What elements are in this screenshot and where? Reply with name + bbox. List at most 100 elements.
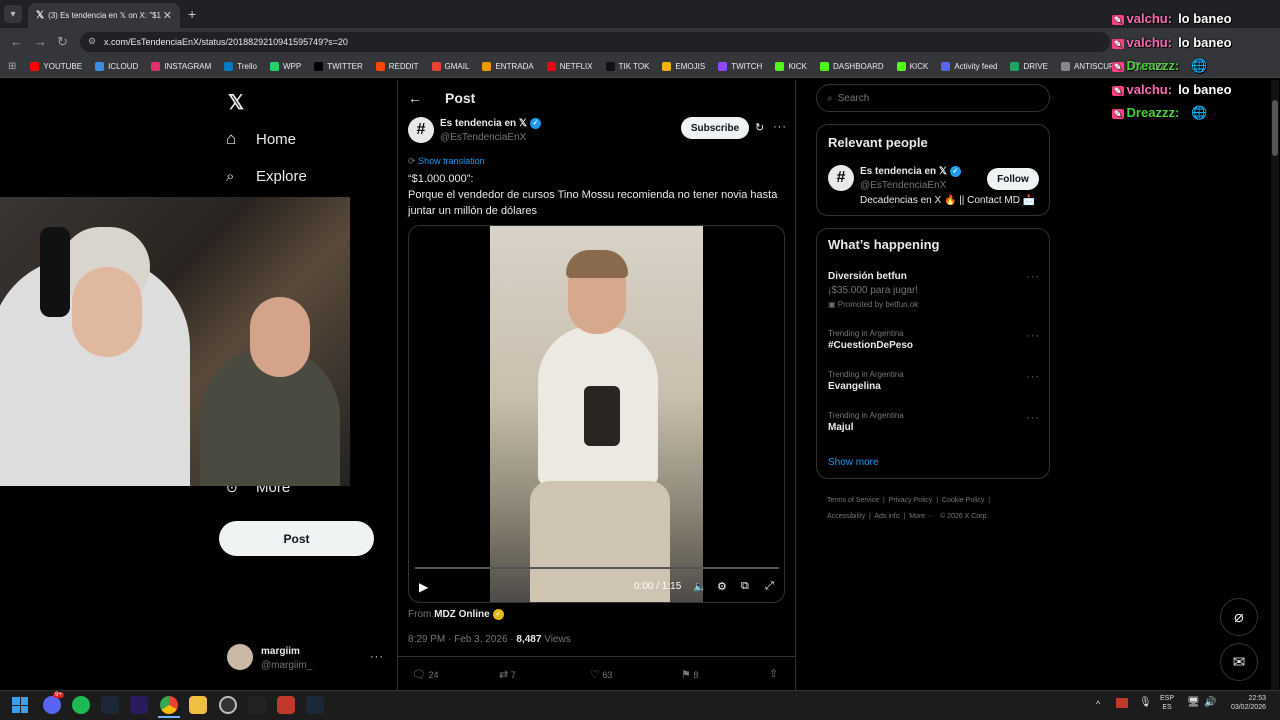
promo-title[interactable]: Diversión betfun <box>828 271 907 282</box>
forward-icon[interactable]: → <box>34 34 47 49</box>
bookmark-item[interactable]: WPP <box>269 62 301 71</box>
trend-menu-icon[interactable]: ··· <box>1026 371 1040 383</box>
bookmark-item[interactable]: GMAIL <box>431 62 470 71</box>
fullscreen-icon[interactable]: ⤢ <box>765 580 774 593</box>
browser-tab[interactable]: 𝕏 (3) Es tendencia en 𝕏 on X: "$1 ✕ <box>28 3 180 28</box>
bookmark-item[interactable]: NETFLIX <box>546 62 593 71</box>
bookmark-item[interactable]: DRIVE <box>1010 62 1048 71</box>
show-translation-link[interactable]: ⟳ Show translation <box>408 156 485 167</box>
volume-icon[interactable]: 🔈 <box>693 580 707 593</box>
back-arrow-icon[interactable]: ← <box>408 90 422 106</box>
mic-icon[interactable]: 🎙 <box>1139 697 1152 708</box>
bookmark-item[interactable]: Trello <box>224 62 257 71</box>
post-menu-icon[interactable]: ··· <box>773 121 787 133</box>
repost-action[interactable]: ⇄ 7 <box>499 668 516 681</box>
tab-search-icon[interactable]: ▾ <box>4 5 22 23</box>
share-icon[interactable]: ⇪ <box>769 667 778 680</box>
apps-icon[interactable]: ⊞ <box>8 61 16 72</box>
bookmark-item[interactable]: Activity feed <box>941 62 997 71</box>
bookmark-item[interactable]: DASHBOARD <box>819 62 884 71</box>
account-menu-icon[interactable]: ··· <box>370 651 384 663</box>
rp-avatar[interactable]: # <box>828 165 854 191</box>
bookmark-label: Trello <box>237 62 257 71</box>
account-avatar[interactable] <box>227 644 253 670</box>
windows-start-icon[interactable] <box>12 697 28 713</box>
app-icon[interactable] <box>277 696 295 714</box>
footer-link[interactable]: Cookie Policy <box>942 497 984 504</box>
steam-icon[interactable] <box>306 696 324 714</box>
x-logo-icon[interactable]: 𝕏 <box>228 90 244 115</box>
bookmark-item[interactable]: TWITTER <box>314 62 363 71</box>
bookmark-item[interactable]: KICK <box>896 62 928 71</box>
follow-button[interactable]: Follow <box>987 168 1039 190</box>
discord-icon[interactable] <box>43 696 61 714</box>
obs-icon[interactable] <box>219 696 237 714</box>
trend-item[interactable]: Trending in Argentina #CuestionDePeso <box>828 329 913 351</box>
back-icon[interactable]: ← <box>10 34 23 49</box>
bookmark-item[interactable]: EMOJIS <box>662 62 705 71</box>
footer-link[interactable]: Privacy Policy <box>889 497 933 504</box>
pip-icon[interactable]: ⧉ <box>741 580 749 593</box>
bookmark-item[interactable]: ENTRADA <box>482 62 534 71</box>
bookmark-label: GMAIL <box>444 62 470 71</box>
spotify-icon[interactable] <box>72 696 90 714</box>
video-progress-track[interactable] <box>415 567 779 569</box>
author-name-row[interactable]: Es tendencia en 𝕏 ✓ <box>440 118 541 129</box>
promo-menu-icon[interactable]: ··· <box>1026 271 1040 283</box>
bookmark-item[interactable]: YOUTUBE <box>30 62 82 71</box>
reload-icon[interactable]: ↻ <box>57 34 68 50</box>
rp-name-row[interactable]: Es tendencia en 𝕏 ✓ <box>860 166 961 177</box>
trend-item[interactable]: Trending in Argentina Majul <box>828 411 904 433</box>
address-bar[interactable]: ⚙ x.com/EsTendenciaEnX/status/2018829210… <box>80 32 1110 52</box>
network-icon[interactable]: 🖥 <box>1187 697 1200 708</box>
tray-chevron-icon[interactable]: ^ <box>1096 699 1100 709</box>
bookmark-item[interactable]: TIK TOK <box>605 62 649 71</box>
grok-float-icon[interactable]: ⌀ <box>1220 598 1258 636</box>
premiere-icon[interactable] <box>130 696 148 714</box>
clock[interactable]: 22:53 03/02/2026 <box>1224 694 1266 712</box>
new-tab-icon[interactable]: + <box>188 6 196 22</box>
nav-explore[interactable]: ⌕ Explore <box>226 168 307 185</box>
bookmark-item[interactable]: KICK <box>775 62 807 71</box>
trend-menu-icon[interactable]: ··· <box>1026 330 1040 342</box>
like-action[interactable]: ♡ 63 <box>590 668 612 681</box>
app-icon[interactable] <box>248 696 266 714</box>
footer-link[interactable]: Accessibility <box>827 513 865 520</box>
post-button[interactable]: Post <box>219 521 374 556</box>
footer-link[interactable]: Terms of Service <box>827 497 879 504</box>
nav-home[interactable]: ⌂ Home <box>226 129 296 149</box>
chrome-icon[interactable] <box>160 696 178 714</box>
bookmark-item[interactable]: ICLOUD <box>95 62 138 71</box>
grok-icon[interactable]: ↻ <box>755 121 764 134</box>
show-more-link[interactable]: Show more <box>828 457 879 468</box>
scrollbar-thumb[interactable] <box>1272 100 1278 156</box>
site-info-icon[interactable]: ⚙ <box>88 36 96 47</box>
messages-icon[interactable]: ✉ <box>1220 643 1258 681</box>
language-indicator[interactable]: ESP ES <box>1160 694 1174 712</box>
from-source[interactable]: MDZ Online <box>434 609 490 620</box>
play-icon[interactable]: ▶ <box>419 580 428 594</box>
file-explorer-icon[interactable] <box>189 696 207 714</box>
trend-menu-icon[interactable]: ··· <box>1026 412 1040 424</box>
scrollbar[interactable] <box>1271 80 1279 690</box>
settings-icon[interactable]: ⚙ <box>717 580 727 593</box>
bookmark-item[interactable]: TWITCH <box>718 62 762 71</box>
volume-icon[interactable]: 🔊 <box>1204 697 1216 708</box>
author-avatar[interactable]: # <box>408 117 434 143</box>
bookmark-item[interactable]: ANTISCUFF <box>1060 62 1119 71</box>
footer-link[interactable]: Ads info <box>874 513 899 520</box>
steam-icon[interactable] <box>101 696 119 714</box>
bookmark-action[interactable]: ⚑ 8 <box>681 668 698 681</box>
trend-item[interactable]: Trending in Argentina Evangelina <box>828 370 904 392</box>
video-player[interactable]: ▶ 0:00 / 1:15 🔈 ⚙ ⧉ ⤢ <box>408 225 785 603</box>
chat-message: ✎ valchu: lo baneo <box>1112 82 1232 97</box>
bookmark-item[interactable]: REDDIT <box>375 62 419 71</box>
bookmark-item[interactable]: INSTAGRAM <box>151 62 211 71</box>
search-input[interactable]: ⌕ Search <box>816 84 1050 112</box>
close-tab-icon[interactable]: ✕ <box>163 9 172 22</box>
trend-name: #CuestionDePeso <box>828 340 914 351</box>
footer-link[interactable]: More ··· <box>909 513 934 520</box>
tray-app-icon[interactable] <box>1116 698 1128 708</box>
subscribe-button[interactable]: Subscribe <box>681 117 749 139</box>
reply-action[interactable]: 🗨 24 <box>412 668 439 681</box>
